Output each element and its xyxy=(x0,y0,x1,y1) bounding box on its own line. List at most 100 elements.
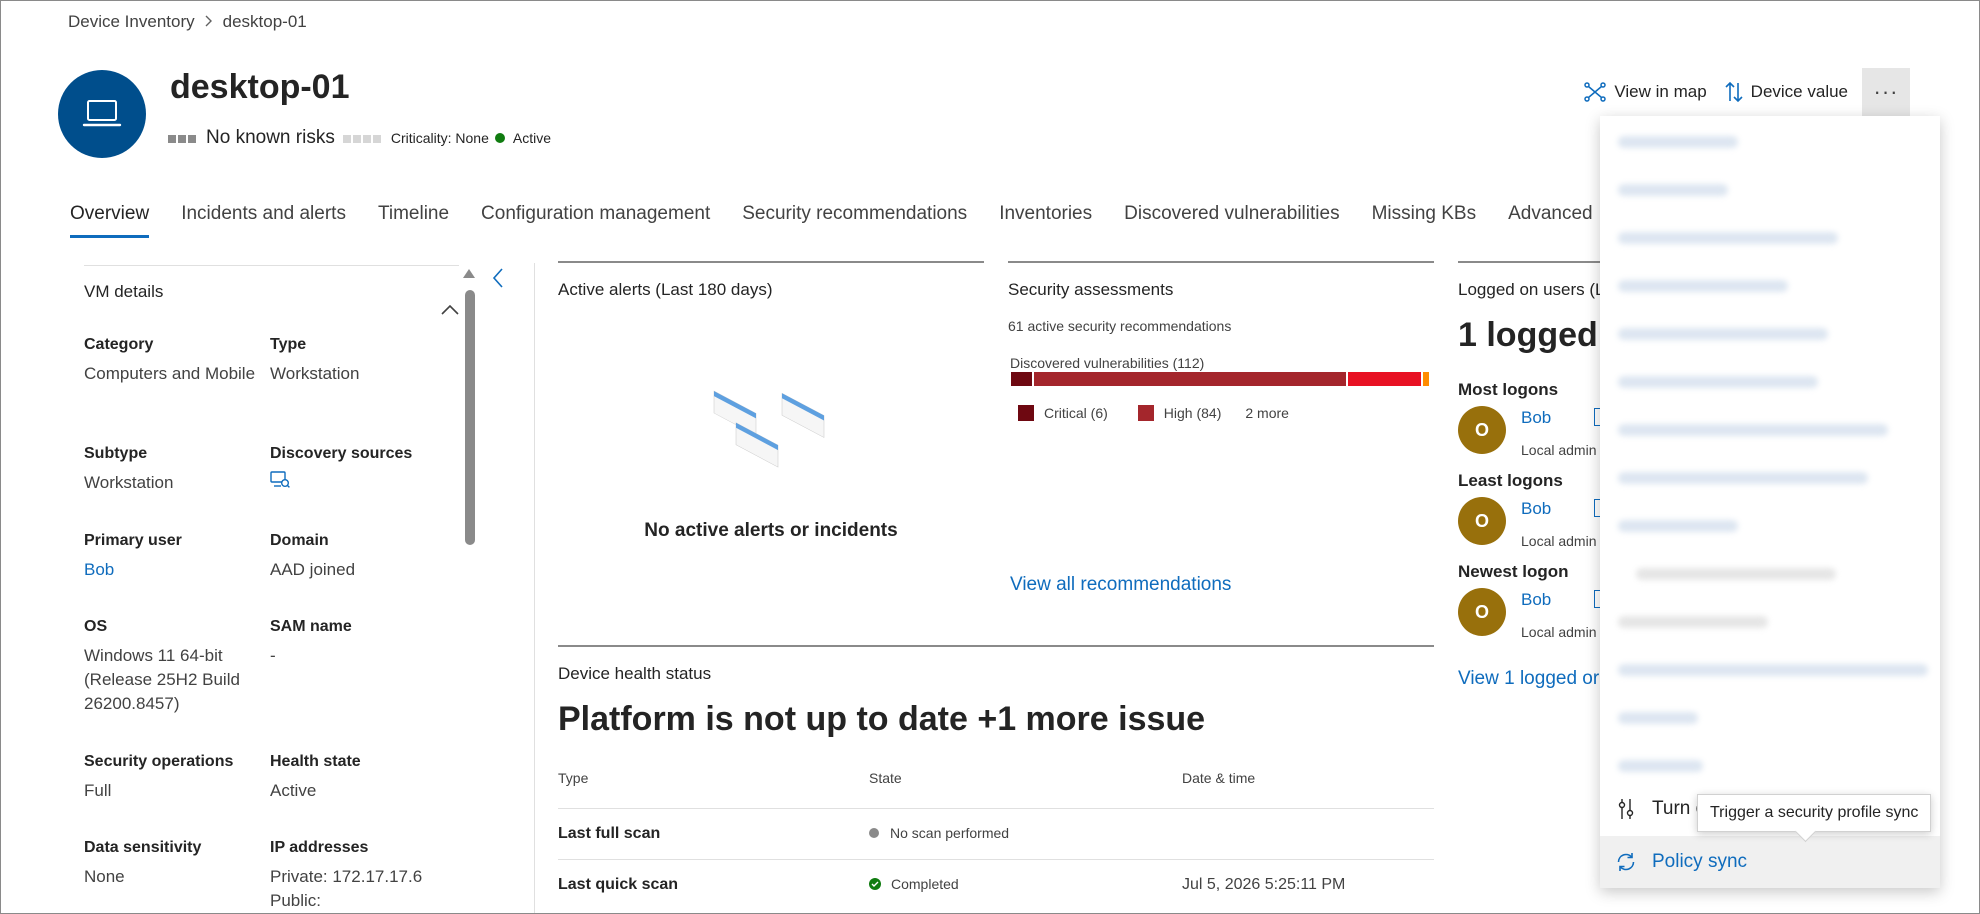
discovery-source-icon[interactable] xyxy=(270,471,445,496)
laptop-icon xyxy=(82,100,122,127)
tab-configuration-management[interactable]: Configuration management xyxy=(481,203,710,238)
device-health-title: Device health status xyxy=(558,664,712,683)
card-divider xyxy=(1008,261,1434,263)
blurred-menu-item[interactable] xyxy=(1618,616,1768,628)
detail-os: OS Windows 11 64-bit (Release 25H2 Build… xyxy=(84,615,259,716)
blurred-menu-item[interactable] xyxy=(1618,232,1838,244)
scroll-thumb[interactable] xyxy=(465,290,475,545)
vuln-segment-high[interactable] xyxy=(1033,372,1349,386)
detail-ip-addresses: IP addresses Private: 172.17.17.6 Public… xyxy=(270,836,445,913)
more-actions-menu: Turn o Policy sync xyxy=(1600,116,1940,888)
risk-level-icon xyxy=(168,127,198,149)
row-type: Last full scan xyxy=(558,825,661,842)
detail-label: Category xyxy=(84,336,154,353)
user-link[interactable]: Bob xyxy=(1521,499,1551,519)
view-in-map-button[interactable]: View in map xyxy=(1584,82,1707,102)
device-status-row: No known risks Criticality: None Active xyxy=(168,127,551,149)
ip-private: Private: 172.17.17.6 xyxy=(270,867,423,886)
page-title: desktop-01 xyxy=(170,68,350,106)
vuln-segment-medium[interactable] xyxy=(1348,372,1424,386)
blurred-menu-item[interactable] xyxy=(1618,760,1703,772)
settings-sliders-icon xyxy=(1614,798,1638,820)
col-header-state: State xyxy=(869,770,902,786)
view-all-recommendations-link[interactable]: View all recommendations xyxy=(1010,574,1231,596)
tab-advanced[interactable]: Advanced xyxy=(1508,203,1593,238)
table-row: Last quick scan Completed Jul 5, 2026 5:… xyxy=(558,859,1434,910)
vm-details-header[interactable]: VM details xyxy=(84,282,459,315)
card-divider xyxy=(1458,261,1618,263)
card-divider xyxy=(558,645,1434,647)
user-link[interactable]: Bob xyxy=(1521,408,1551,428)
col-header-date: Date & time xyxy=(1182,770,1256,786)
blurred-menu-item[interactable] xyxy=(1618,664,1928,676)
tab-overview[interactable]: Overview xyxy=(70,203,150,238)
row-state-text: No scan performed xyxy=(890,825,1010,841)
blurred-menu-item[interactable] xyxy=(1618,520,1738,532)
scroll-up-arrow-icon[interactable] xyxy=(462,268,476,280)
policy-sync-menu-item[interactable]: Policy sync xyxy=(1600,836,1940,888)
blurred-menu-item[interactable] xyxy=(1618,184,1728,196)
blurred-menu-item[interactable] xyxy=(1618,424,1888,436)
detail-security-operations: Security operations Full xyxy=(84,750,259,803)
tab-inventories[interactable]: Inventories xyxy=(999,203,1092,238)
detail-category: Category Computers and Mobile xyxy=(84,333,259,386)
tab-timeline[interactable]: Timeline xyxy=(378,203,449,238)
chevron-up-icon[interactable] xyxy=(441,300,459,320)
detail-label: SAM name xyxy=(270,618,352,635)
row-state: No scan performed xyxy=(869,825,1009,841)
avatar: O xyxy=(1458,497,1506,545)
primary-user-link[interactable]: Bob xyxy=(84,560,114,579)
row-date: Jul 5, 2026 5:25:11 PM xyxy=(1182,876,1346,893)
more-actions-button[interactable]: ··· xyxy=(1862,68,1910,116)
breadcrumb: Device Inventory desktop-01 xyxy=(68,12,307,32)
legend-more[interactable]: 2 more xyxy=(1245,405,1289,421)
device-value-button[interactable]: Device value xyxy=(1725,81,1848,103)
user-link[interactable]: Bob xyxy=(1521,590,1551,610)
row-type: Last quick scan xyxy=(558,876,679,893)
vm-details-title: VM details xyxy=(84,282,164,301)
blurred-menu-item[interactable] xyxy=(1636,568,1836,580)
tab-incidents-and-alerts[interactable]: Incidents and alerts xyxy=(181,203,346,238)
tab-discovered-vulnerabilities[interactable]: Discovered vulnerabilities xyxy=(1124,203,1339,238)
vm-details-panel: VM details Category Computers and Mobile… xyxy=(84,265,459,914)
detail-health-state: Health state Active xyxy=(270,750,445,803)
detail-value: AAD joined xyxy=(270,560,356,579)
tab-bar: Overview Incidents and alerts Timeline C… xyxy=(70,203,1625,238)
detail-label: OS xyxy=(84,618,108,635)
table-row: Last full scan No scan performed xyxy=(558,808,1434,859)
detail-value: Full xyxy=(84,781,112,800)
detail-data-sensitivity: Data sensitivity None xyxy=(84,836,259,889)
tab-missing-kbs[interactable]: Missing KBs xyxy=(1372,203,1477,238)
user-role: Local admin xyxy=(1521,624,1597,640)
detail-value: Active xyxy=(270,781,317,800)
legend-high: High (84) xyxy=(1163,405,1222,421)
breadcrumb-device-inventory[interactable]: Device Inventory xyxy=(68,12,195,32)
vuln-segment-critical[interactable] xyxy=(1011,372,1034,386)
legend-high-swatch xyxy=(1137,405,1154,421)
blurred-menu-item[interactable] xyxy=(1618,376,1818,388)
blurred-menu-item[interactable] xyxy=(1618,136,1738,148)
view-logged-on-users-link[interactable]: View 1 logged or xyxy=(1458,668,1599,690)
collapse-panel-button[interactable] xyxy=(492,268,504,293)
blurred-menu-item[interactable] xyxy=(1618,712,1698,724)
blurred-menu-item[interactable] xyxy=(1618,472,1868,484)
sync-icon xyxy=(1614,851,1638,873)
logged-users-title: Logged on users (L xyxy=(1458,280,1605,299)
blurred-menu-item[interactable] xyxy=(1618,280,1788,292)
blurred-menu-item[interactable] xyxy=(1618,328,1828,340)
detail-value: Computers and Mobile xyxy=(84,364,256,383)
detail-primary-user: Primary user Bob xyxy=(84,529,259,582)
detail-value: Windows 11 64-bit (Release 25H2 Build 26… xyxy=(84,646,240,713)
breadcrumb-current: desktop-01 xyxy=(222,12,307,31)
legend-critical: Critical (6) xyxy=(1044,405,1108,421)
vuln-segment-low[interactable] xyxy=(1423,372,1431,386)
empty-state-illustration xyxy=(712,388,832,493)
detail-value: - xyxy=(270,646,276,665)
tab-security-recommendations[interactable]: Security recommendations xyxy=(742,203,967,238)
avatar: O xyxy=(1458,406,1506,454)
vm-details-scrollbar[interactable] xyxy=(462,268,476,914)
device-health-headline: Platform is not up to date +1 more issue xyxy=(558,700,1206,738)
more-dots-icon: ··· xyxy=(1873,79,1899,104)
vulnerabilities-bar[interactable] xyxy=(1011,372,1431,386)
detail-domain: Domain AAD joined xyxy=(270,529,445,582)
